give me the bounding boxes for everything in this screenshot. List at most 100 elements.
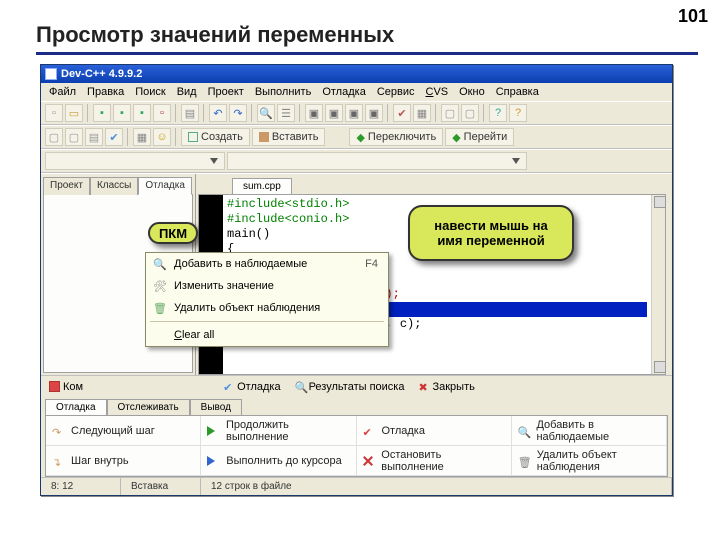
btn-stop[interactable]: Остановить выполнение	[357, 446, 512, 476]
watch-add-icon: 🔍	[518, 426, 532, 436]
check-icon: ✔	[223, 381, 234, 392]
output-tabs: Ком ✔ Отладка 🔍 Результаты поиска ✖ Закр…	[41, 375, 672, 397]
debug-tab-watch[interactable]: Отслеживать	[107, 399, 190, 415]
run-to-cursor-icon	[207, 456, 221, 466]
tb2-bp-icon[interactable]: ▦	[133, 128, 151, 146]
tb-profile-icon[interactable]: ▦	[413, 104, 431, 122]
step-over-icon: ↷	[52, 426, 66, 436]
menu-tools[interactable]: Сервис	[373, 85, 419, 99]
tb-close-icon[interactable]: ▫	[153, 104, 171, 122]
tb-projopts-icon[interactable]: ▢	[461, 104, 479, 122]
tb-redo-icon[interactable]: ↷	[229, 104, 247, 122]
insert-icon	[259, 132, 269, 142]
tb-open-icon[interactable]: ▭	[65, 104, 83, 122]
trash-icon: 🗑	[150, 300, 170, 316]
tb-new-icon[interactable]: ▫	[45, 104, 63, 122]
side-tab-project[interactable]: Проект	[43, 177, 90, 195]
status-lines: 12 строк в файле	[201, 478, 672, 495]
debug-tab-debug[interactable]: Отладка	[45, 399, 107, 415]
callout-hover-var: навести мышь на имя переменной	[408, 205, 574, 261]
debug-subtabs: Отладка Отслеживать Вывод	[41, 397, 672, 415]
tb-compilerun-icon[interactable]: ▣	[345, 104, 363, 122]
tb-search-icon[interactable]: 🔍	[257, 104, 275, 122]
tb2-goto-button[interactable]: ◆ Перейти	[445, 128, 514, 146]
side-tab-classes[interactable]: Классы	[90, 177, 138, 195]
shortcut-label: F4	[365, 258, 384, 270]
tb2-create-button[interactable]: Создать	[181, 128, 250, 146]
menu-window[interactable]: Окно	[455, 85, 489, 99]
statusbar: 8: 12 Вставка 12 строк в файле	[41, 477, 672, 495]
window-titlebar: Dev-C++ 4.9.9.2	[41, 65, 672, 83]
menu-help[interactable]: Справка	[492, 85, 543, 99]
file-tab-sum[interactable]: sum.cpp	[232, 178, 292, 194]
tb-compile-icon[interactable]: ▣	[305, 104, 323, 122]
tb-replace-icon[interactable]: ☰	[277, 104, 295, 122]
btn-next-step[interactable]: ↷ Следующий шаг	[46, 416, 201, 446]
file-tabs: sum.cpp	[196, 174, 672, 194]
play-icon	[207, 426, 221, 436]
tb-undo-icon[interactable]: ↶	[209, 104, 227, 122]
combo-member[interactable]	[227, 152, 527, 170]
toolbar-main: ▫ ▭ ▪ ▪ ▪ ▫ ▤ ↶ ↷ 🔍 ☰ ▣ ▣ ▣ ▣ ✔ ▦ ▢ ▢ ? …	[41, 101, 672, 125]
ctx-clear-all[interactable]: Clear all	[146, 324, 388, 346]
tb-savegrp-icon[interactable]: ▪	[133, 104, 151, 122]
editor-scrollbar[interactable]	[651, 195, 665, 374]
btn-run-to-cursor[interactable]: Выполнить до курсора	[201, 446, 356, 476]
btn-remove-watch[interactable]: 🗑 Удалить объект наблюдения	[512, 446, 667, 476]
tb-rebuild-icon[interactable]: ▣	[365, 104, 383, 122]
tb-debug-icon[interactable]: ✔	[393, 104, 411, 122]
out-tab-close[interactable]: ✖ Закрыть	[414, 380, 478, 394]
check-icon: ✔	[363, 426, 377, 436]
menu-separator	[150, 321, 384, 322]
new-doc-icon	[188, 132, 198, 142]
hammer-icon: 🛠	[150, 278, 170, 294]
toolbar-combos	[41, 149, 672, 173]
tb-project-icon[interactable]: ▢	[441, 104, 459, 122]
tb2-win2-icon[interactable]: ▢	[65, 128, 83, 146]
status-mode: Вставка	[121, 478, 201, 495]
menu-view[interactable]: Вид	[173, 85, 201, 99]
tb-run-icon[interactable]: ▣	[325, 104, 343, 122]
menu-project[interactable]: Проект	[204, 85, 248, 99]
btn-continue[interactable]: Продолжить выполнение	[201, 416, 356, 446]
btn-debug[interactable]: ✔ Отладка	[357, 416, 512, 446]
menu-run[interactable]: Выполнить	[251, 85, 315, 99]
tb2-win3-icon[interactable]: ▤	[85, 128, 103, 146]
menu-cvs[interactable]: CVS	[421, 85, 452, 99]
menu-search[interactable]: Поиск	[131, 85, 169, 99]
blank-icon	[150, 327, 170, 343]
combo-scope[interactable]	[45, 152, 225, 170]
debug-tab-output[interactable]: Вывод	[190, 399, 242, 415]
dropdown-icon	[512, 158, 520, 164]
tb2-switch-button[interactable]: ◆ Переключить	[349, 128, 443, 146]
tb2-face-icon[interactable]: ☺	[153, 128, 171, 146]
out-tab-debug[interactable]: ✔ Отладка	[219, 380, 284, 394]
ctx-modify-value[interactable]: 🛠 Изменить значение	[146, 275, 388, 297]
tb-about-icon[interactable]: ?	[489, 104, 507, 122]
magnifier-icon: 🔍	[295, 381, 306, 392]
btn-step-into[interactable]: ↴ Шаг внутрь	[46, 446, 201, 476]
tb2-goto-label: Перейти	[464, 131, 508, 143]
tb2-insert-button[interactable]: Вставить	[252, 128, 326, 146]
tb2-ok-icon[interactable]: ✔	[105, 128, 123, 146]
ctx-add-watch[interactable]: 🔍 Добавить в наблюдаемые F4	[146, 253, 388, 275]
ctx-remove-watch[interactable]: 🗑 Удалить объект наблюдения	[146, 297, 388, 319]
app-icon	[45, 68, 57, 80]
tb-saveall-icon[interactable]: ▪	[113, 104, 131, 122]
menu-file[interactable]: Файл	[45, 85, 80, 99]
tb-save-icon[interactable]: ▪	[93, 104, 111, 122]
menu-edit[interactable]: Правка	[83, 85, 128, 99]
switch-icon: ◆	[356, 131, 364, 144]
tb2-win1-icon[interactable]: ▢	[45, 128, 63, 146]
slide-title: Просмотр значений переменных	[36, 22, 394, 48]
side-tab-debug[interactable]: Отладка	[138, 177, 192, 195]
out-tab-search-results[interactable]: 🔍 Результаты поиска	[291, 380, 409, 394]
tb-help-icon[interactable]: ?	[509, 104, 527, 122]
menubar: Файл Правка Поиск Вид Проект Выполнить О…	[41, 83, 672, 101]
out-tab-compile[interactable]: Ком	[45, 380, 87, 394]
btn-add-watch[interactable]: 🔍 Добавить в наблюдаемые	[512, 416, 667, 446]
menu-debug[interactable]: Отладка	[318, 85, 369, 99]
trash-icon: 🗑	[518, 456, 532, 466]
tb2-create-label: Создать	[201, 131, 243, 143]
tb-print-icon[interactable]: ▤	[181, 104, 199, 122]
